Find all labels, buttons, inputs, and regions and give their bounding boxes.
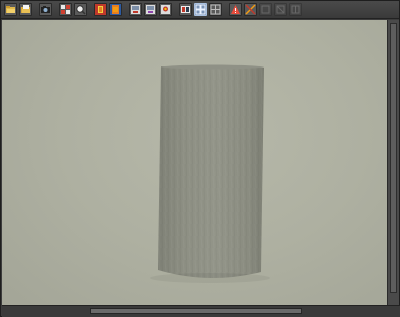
cylinder-top	[161, 64, 264, 70]
open-file-icon[interactable]	[19, 3, 32, 16]
horizontal-scrollbar[interactable]	[2, 305, 400, 317]
3d-viewport[interactable]	[2, 20, 387, 305]
cylinder-object[interactable]	[2, 20, 387, 305]
open-folder-icon[interactable]	[4, 3, 17, 16]
horizontal-scroll-thumb[interactable]	[90, 308, 302, 314]
tool-b-icon[interactable]	[274, 3, 287, 16]
toolbar	[1, 1, 399, 19]
camera-icon[interactable]	[39, 3, 52, 16]
layout-quad-icon[interactable]	[194, 3, 207, 16]
view-top-icon[interactable]	[159, 3, 172, 16]
film-strip-icon[interactable]	[179, 3, 192, 16]
render-red-icon[interactable]	[94, 3, 107, 16]
view-side-icon[interactable]	[144, 3, 157, 16]
render-orange-icon[interactable]	[109, 3, 122, 16]
grid-layout-icon[interactable]	[59, 3, 72, 16]
layout-split-icon[interactable]	[209, 3, 222, 16]
vertical-scroll-thumb[interactable]	[390, 23, 397, 293]
warning-icon[interactable]	[229, 3, 242, 16]
tool-c-icon[interactable]	[289, 3, 302, 16]
zoom-icon[interactable]	[74, 3, 87, 16]
view-front-icon[interactable]	[129, 3, 142, 16]
transform-icon[interactable]	[244, 3, 257, 16]
application-window	[0, 0, 400, 317]
tool-a-icon[interactable]	[259, 3, 272, 16]
